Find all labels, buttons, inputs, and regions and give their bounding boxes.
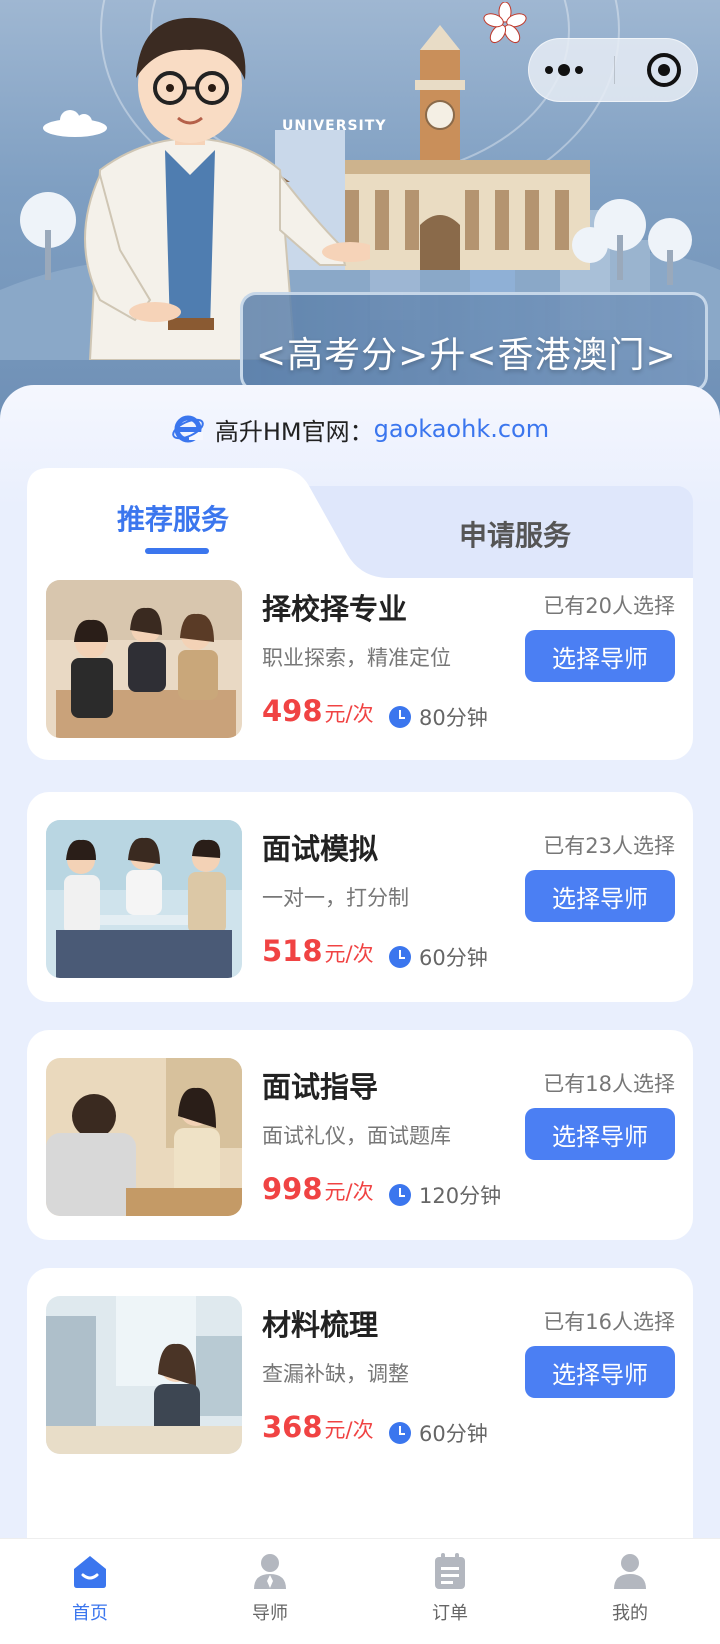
profile-icon <box>614 1554 646 1589</box>
nav-item-mentor[interactable]: 导师 <box>180 1539 360 1644</box>
selection-count: 已有16人选择 <box>543 1310 675 1334</box>
service-duration: 80分钟 <box>389 702 488 732</box>
service-price: 498 元/次 <box>262 694 374 728</box>
duration-text: 60分钟 <box>419 1422 488 1446</box>
service-price: 518 元/次 <box>262 934 374 968</box>
hero-banner: UNIVERSITY <高考分>升<香港澳门> <box>0 0 720 420</box>
nav-label: 导师 <box>252 1603 288 1624</box>
selection-count: 已有23人选择 <box>543 834 675 858</box>
home-icon <box>74 1556 106 1588</box>
bottom-navigation: 首页 导师 订单 我的 <box>0 1538 720 1644</box>
service-tabs: 推荐服务 申请服务 <box>27 468 693 578</box>
service-duration: 120分钟 <box>389 1180 501 1210</box>
nav-label: 我的 <box>612 1603 648 1624</box>
nav-item-profile[interactable]: 我的 <box>540 1539 720 1644</box>
service-thumbnail <box>46 580 242 738</box>
site-url[interactable]: gaokaohk.com <box>374 415 550 443</box>
service-description: 面试礼仪，面试题库 <box>262 1124 451 1148</box>
service-price: 998 元/次 <box>262 1172 374 1206</box>
service-description: 职业探索，精准定位 <box>262 646 451 670</box>
nav-label: 首页 <box>72 1603 108 1624</box>
mentor-icon <box>254 1554 286 1589</box>
price-unit: 元/次 <box>324 1418 374 1442</box>
selection-count: 已有18人选择 <box>543 1072 675 1096</box>
service-duration: 60分钟 <box>389 1418 488 1448</box>
service-title: 面试模拟 <box>262 832 379 866</box>
nav-item-home[interactable]: 首页 <box>0 1539 180 1644</box>
official-site-link[interactable]: 高升HM官网： gaokaohk.com <box>0 404 720 454</box>
clock-icon <box>389 1184 411 1206</box>
select-mentor-button[interactable]: 选择导师 <box>525 1108 675 1160</box>
service-description: 查漏补缺，调整 <box>262 1362 409 1386</box>
nav-item-orders[interactable]: 订单 <box>360 1539 540 1644</box>
browser-e-icon <box>172 415 204 443</box>
active-tab-indicator <box>145 548 209 554</box>
order-icon <box>435 1553 465 1589</box>
service-card[interactable]: 面试指导 已有18人选择 面试礼仪，面试题库 选择导师 998 元/次 120分… <box>27 1030 693 1240</box>
clock-icon <box>389 1422 411 1444</box>
selection-count: 已有20人选择 <box>543 594 675 618</box>
site-label: 高升HM官网： <box>214 417 374 446</box>
service-thumbnail <box>46 1058 242 1216</box>
price-value: 518 <box>262 934 323 968</box>
clock-icon <box>389 946 411 968</box>
tab-label-recommended[interactable]: 推荐服务 <box>117 498 229 538</box>
select-mentor-button[interactable]: 选择导师 <box>525 870 675 922</box>
price-unit: 元/次 <box>324 1180 374 1204</box>
bauhinia-emblem-icon <box>483 2 527 44</box>
price-value: 368 <box>262 1410 323 1444</box>
duration-text: 120分钟 <box>419 1184 502 1208</box>
duration-text: 80分钟 <box>419 706 488 730</box>
hero-title: <高考分>升<香港澳门> <box>256 335 677 376</box>
nav-label: 订单 <box>432 1603 468 1624</box>
service-title: 材料梳理 <box>262 1308 379 1342</box>
service-title: 面试指导 <box>262 1070 379 1104</box>
service-duration: 60分钟 <box>389 942 488 972</box>
tab-label-apply[interactable]: 申请服务 <box>459 514 571 554</box>
service-card[interactable]: 材料梳理 已有16人选择 查漏补缺，调整 选择导师 368 元/次 60分钟 <box>27 1268 693 1538</box>
select-mentor-button[interactable]: 选择导师 <box>525 630 675 682</box>
service-thumbnail <box>46 820 242 978</box>
duration-text: 60分钟 <box>419 946 488 970</box>
price-unit: 元/次 <box>324 942 374 966</box>
price-unit: 元/次 <box>324 702 374 726</box>
miniprogram-capsule <box>528 38 698 102</box>
service-description: 一对一，打分制 <box>262 886 409 910</box>
capsule-divider <box>614 56 616 84</box>
more-options-icon[interactable] <box>544 64 583 76</box>
service-thumbnail <box>46 1296 242 1454</box>
close-miniprogram-icon[interactable] <box>647 53 682 87</box>
service-card[interactable]: 面试模拟 已有23人选择 一对一，打分制 选择导师 518 元/次 60分钟 <box>27 792 693 1002</box>
price-value: 998 <box>262 1172 323 1206</box>
clock-icon <box>389 706 411 728</box>
service-title: 择校择专业 <box>262 592 408 626</box>
price-value: 498 <box>262 694 323 728</box>
select-mentor-button[interactable]: 选择导师 <box>525 1346 675 1398</box>
service-price: 368 元/次 <box>262 1410 374 1444</box>
service-card[interactable]: 择校择专业 已有20人选择 职业探索，精准定位 选择导师 498 元/次 80分… <box>27 578 693 760</box>
